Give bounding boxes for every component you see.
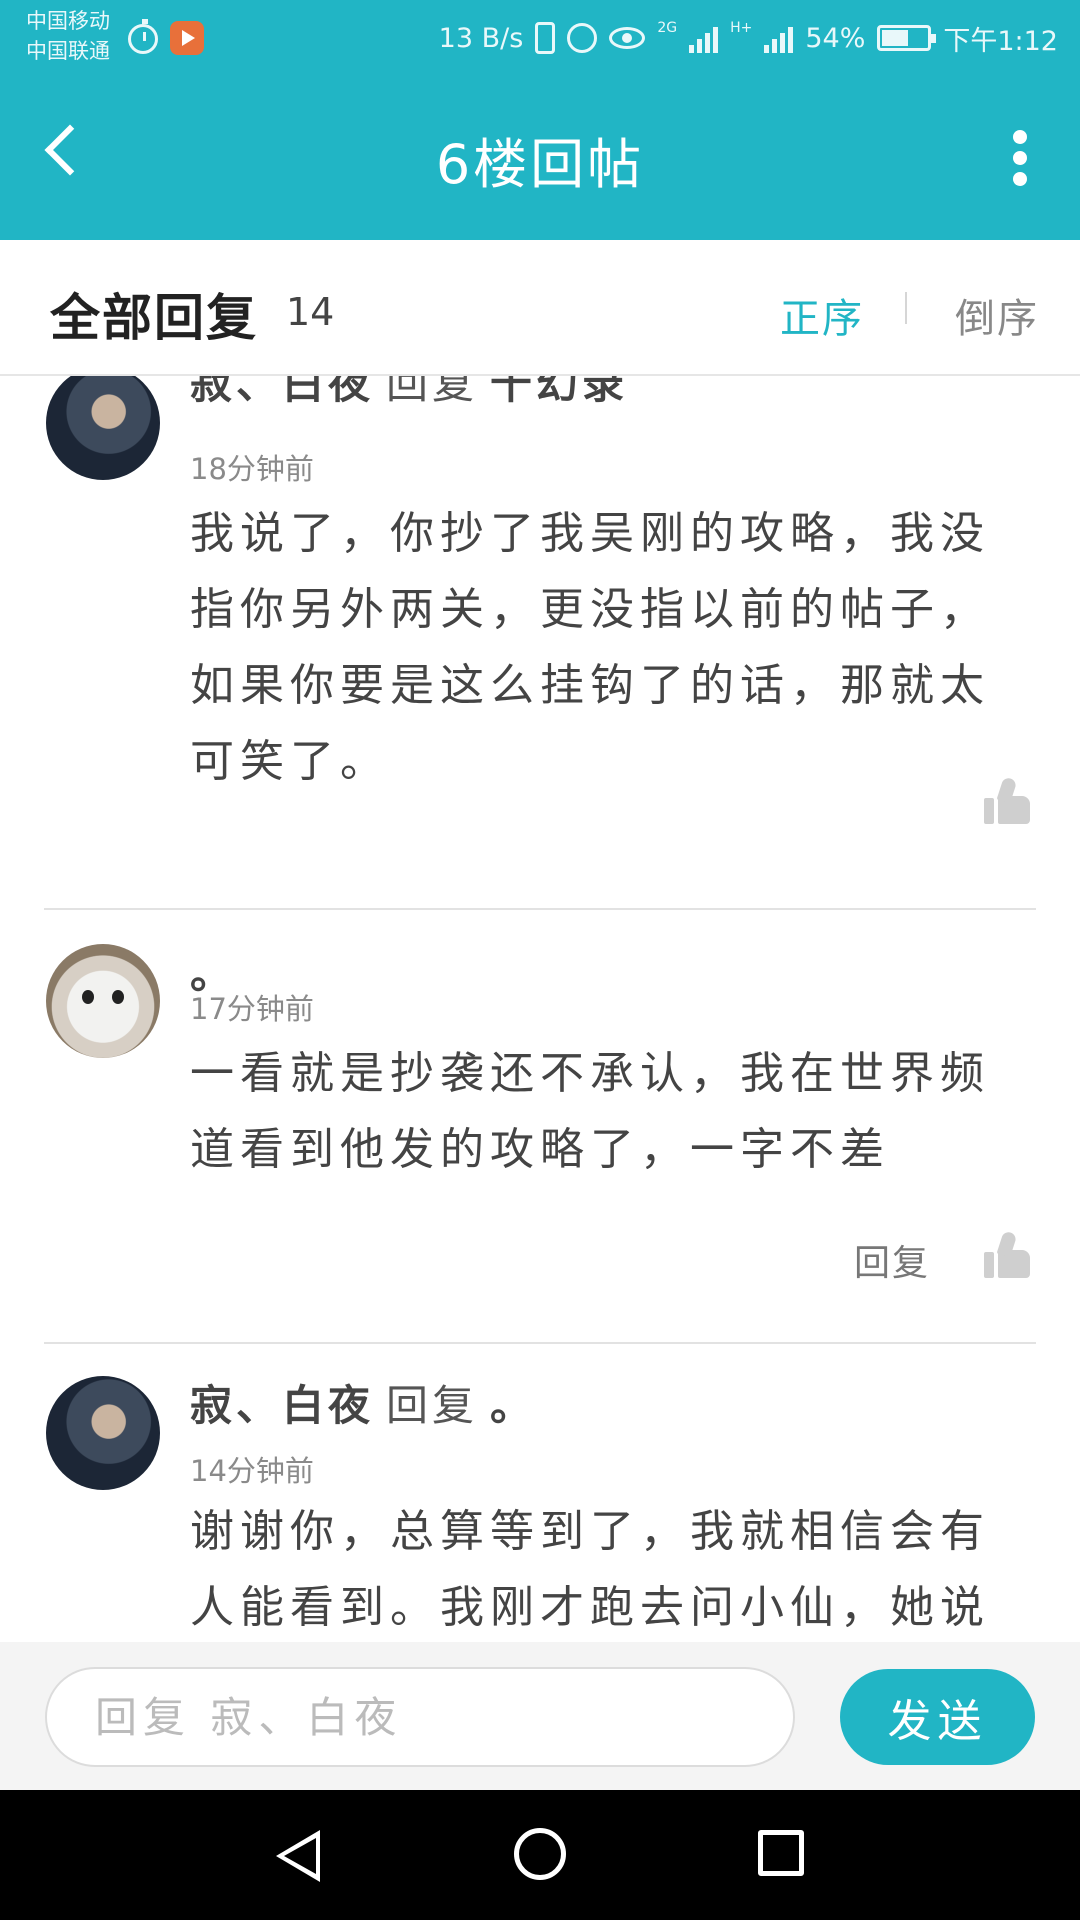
battery-charging-icon [877, 25, 937, 51]
reply-author-line: 寂、白夜 回复。 [190, 1372, 536, 1433]
page-title: 6楼回帖 [435, 133, 645, 196]
reply-author-line: 寂、白夜 回复 千幻录 [190, 376, 628, 411]
reply-author-name[interactable]: 寂、白夜 [190, 1381, 374, 1430]
reply-word: 回复 [386, 1381, 479, 1430]
reply-time: 17分钟前 [190, 992, 314, 1026]
reply-time: 14分钟前 [190, 1454, 314, 1488]
more-vertical-icon[interactable] [1012, 130, 1028, 186]
replies-header: 全部回复 14 正序 倒序 [0, 240, 1080, 376]
signal-1-icon [689, 23, 719, 53]
status-bar: 中国移动 中国联通 13 B/s 2G H+ 54% 下午1:12 [0, 0, 1080, 76]
reply-content: 谢谢你，总算等到了，我就相信会有人能看到。我刚才跑去问小仙，她说服务 [190, 1506, 990, 1633]
carrier-names: 中国移动 中国联通 [26, 6, 110, 66]
carrier-1: 中国移动 [26, 9, 110, 33]
video-app-icon [170, 21, 204, 55]
signal-2-icon [764, 23, 794, 53]
nav-back-icon[interactable] [276, 1830, 320, 1882]
reply-list[interactable]: 寂、白夜 回复 千幻录 18分钟前 我说了，你抄了我吴刚的攻略，我没指你另外两关，更… [0, 376, 1080, 1642]
stopwatch-icon [128, 19, 158, 54]
status-indicators: 13 B/s 2G H+ 54% 下午1:12 [439, 16, 1058, 60]
nav-home-icon[interactable] [514, 1828, 566, 1880]
battery-percent: 54% [805, 22, 866, 54]
system-nav-bar [0, 1790, 1080, 1920]
reply-content: 我说了，你抄了我吴刚的攻略，我没指你另外两关，更没指以前的帖子，如果你要是这么挂… [190, 508, 990, 787]
reply-input[interactable] [45, 1667, 795, 1767]
sort-descending-tab[interactable]: 倒序 [955, 286, 1039, 344]
sort-ascending-tab[interactable]: 正序 [780, 286, 864, 344]
reply-item: 寂、白夜 回复。 14分钟前 谢谢你，总算等到了，我就相信会有人能看到。我刚才跑去… [0, 1344, 1080, 1642]
reply-target-name[interactable]: 。 [490, 1381, 536, 1430]
replies-title: 全部回复 [50, 289, 258, 347]
reply-input-bar: 发送 [0, 1642, 1080, 1790]
reply-word: 回复 [386, 376, 479, 408]
reply-target-name[interactable]: 千幻录 [490, 376, 628, 408]
reply-content: 一看就是抄袭还不承认，我在世界频道看到他发的攻略了，一字不差 [190, 1048, 990, 1175]
net-speed: 13 B/s [438, 22, 524, 54]
nav-recent-icon[interactable] [758, 1830, 804, 1876]
reply-button[interactable]: 回复 [854, 1234, 930, 1286]
thumbs-up-icon[interactable] [984, 1230, 1030, 1278]
send-button[interactable]: 发送 [840, 1669, 1035, 1765]
reply-item: 寂、白夜 回复 千幻录 18分钟前 我说了，你抄了我吴刚的攻略，我没指你另外两关，更… [0, 376, 1080, 832]
avatar[interactable] [46, 1376, 160, 1490]
reply-author-name[interactable]: 寂、白夜 [190, 376, 374, 408]
replies-count: 14 [286, 290, 335, 334]
signal-1-type: 2G [657, 20, 678, 36]
reply-item: 。 17分钟前 一看就是抄袭还不承认，我在世界频道看到他发的攻略了，一字不差 回… [0, 910, 1080, 1342]
clock: 下午1:12 [943, 25, 1058, 57]
alarm-icon [567, 23, 598, 53]
carrier-2: 中国联通 [26, 39, 110, 63]
sort-divider [905, 292, 907, 324]
vibrate-icon [535, 22, 556, 54]
thumbs-up-icon[interactable] [984, 776, 1030, 824]
eye-comfort-icon [609, 27, 646, 49]
signal-2-type: H+ [730, 20, 753, 36]
avatar[interactable] [46, 376, 160, 480]
title-bar: 6楼回帖 [0, 86, 1080, 226]
reply-time: 18分钟前 [190, 452, 314, 486]
avatar[interactable] [46, 944, 160, 1058]
app-header: 中国移动 中国联通 13 B/s 2G H+ 54% 下午1:12 6楼回帖 [0, 0, 1080, 240]
